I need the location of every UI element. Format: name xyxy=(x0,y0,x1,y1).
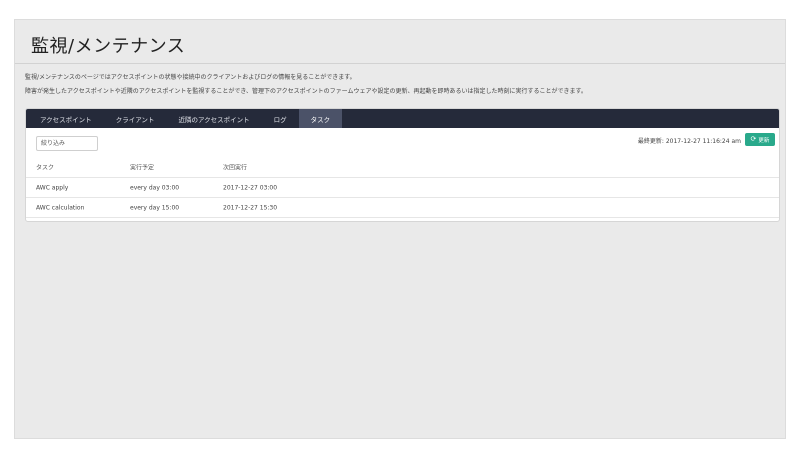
last-updated-text: 最終更新: 2017-12-27 11:16:24 am xyxy=(637,138,741,145)
monitoring-panel: アクセスポイント クライアント 近隣のアクセスポイント ログ タスク 最終更新:… xyxy=(25,108,780,222)
column-header-task[interactable]: タスク xyxy=(36,162,54,171)
table-row[interactable]: AWC calculation every day 15:00 2017-12-… xyxy=(26,198,779,218)
tab-log[interactable]: ログ xyxy=(262,109,299,128)
tab-bar: アクセスポイント クライアント 近隣のアクセスポイント ログ タスク xyxy=(26,109,779,128)
table-header: タスク 実行予定 次回実行 xyxy=(26,156,779,178)
title-divider xyxy=(15,63,785,64)
page-frame: 監視/メンテナンス 監視/メンテナンスのページではアクセスポイントの状態や接続中… xyxy=(14,19,786,439)
refresh-icon: ⟳ xyxy=(750,135,757,143)
refresh-button-label: 更新 xyxy=(758,137,770,144)
task-table: タスク 実行予定 次回実行 AWC apply every day 03:00 … xyxy=(26,156,779,218)
task-name: AWC apply xyxy=(36,184,69,191)
tab-access-points[interactable]: アクセスポイント xyxy=(28,109,104,128)
tab-clients[interactable]: クライアント xyxy=(104,109,167,128)
column-header-schedule[interactable]: 実行予定 xyxy=(130,162,154,171)
task-schedule: every day 03:00 xyxy=(130,184,180,191)
filter-input[interactable] xyxy=(36,136,98,151)
column-header-next-run[interactable]: 次回実行 xyxy=(223,162,247,171)
tab-tasks[interactable]: タスク xyxy=(298,109,343,128)
page-description-2: 障害が発生したアクセスポイントや近隣のアクセスポイントを監視することができ、管理… xyxy=(25,88,587,95)
task-schedule: every day 15:00 xyxy=(130,204,180,211)
tab-nearby-access-points[interactable]: 近隣のアクセスポイント xyxy=(166,109,261,128)
table-row[interactable]: AWC apply every day 03:00 2017-12-27 03:… xyxy=(26,178,779,198)
task-name: AWC calculation xyxy=(36,204,85,211)
toolbar: 最終更新: 2017-12-27 11:16:24 am ⟳ 更新 xyxy=(26,128,779,156)
task-next-run: 2017-12-27 15:30 xyxy=(223,204,278,211)
refresh-button[interactable]: ⟳ 更新 xyxy=(745,133,775,146)
page-title: 監視/メンテナンス xyxy=(31,36,186,57)
task-next-run: 2017-12-27 03:00 xyxy=(223,184,278,191)
page-description-1: 監視/メンテナンスのページではアクセスポイントの状態や接続中のクライアントおよび… xyxy=(25,74,356,81)
